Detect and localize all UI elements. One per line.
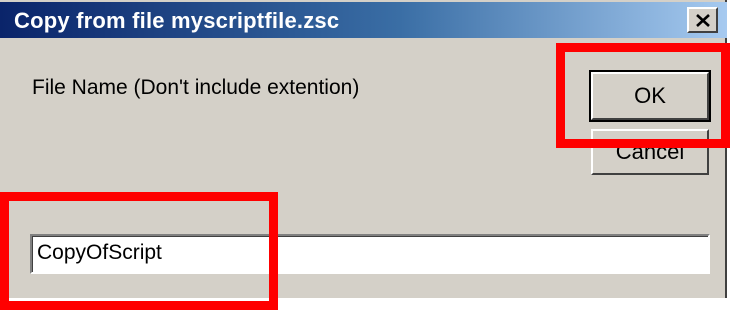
- window-title: Copy from file myscriptfile.zsc: [14, 8, 340, 33]
- file-name-label: File Name (Don't include extention): [32, 76, 360, 99]
- title-bar[interactable]: Copy from file myscriptfile.zsc: [0, 2, 727, 38]
- close-icon: [695, 13, 710, 27]
- close-button[interactable]: [687, 7, 718, 33]
- file-name-input-highlight-box: [0, 192, 278, 310]
- ok-button-highlight-box: [556, 43, 730, 148]
